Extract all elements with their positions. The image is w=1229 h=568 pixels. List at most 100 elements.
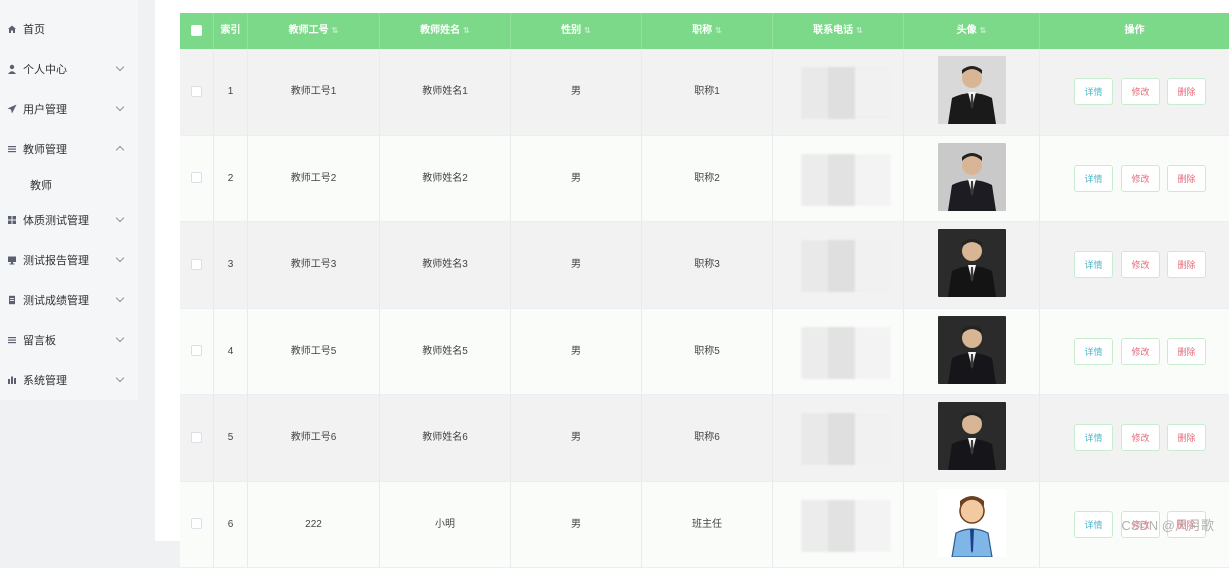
cell-gender: 男: [511, 49, 642, 135]
row-checkbox[interactable]: [191, 518, 202, 529]
avatar[interactable]: [938, 229, 1006, 297]
avatar[interactable]: [938, 402, 1006, 470]
table-header: 索引 教师工号⇅ 教师姓名⇅ 性别⇅ 职称⇅ 联系电话⇅ 头像⇅ 操作: [180, 13, 1229, 49]
cell-name: 教师姓名5: [380, 309, 511, 395]
avatar[interactable]: [938, 56, 1006, 124]
cell-name: 小明: [380, 482, 511, 568]
edit-button[interactable]: 修改: [1121, 424, 1160, 451]
chevron-down-icon: [116, 63, 124, 71]
sort-icon[interactable]: ⇅: [856, 26, 863, 35]
row-checkbox[interactable]: [191, 86, 202, 97]
grid-icon: [7, 215, 17, 225]
sidebar-item-users[interactable]: 用户管理: [0, 89, 138, 129]
delete-button[interactable]: 删除: [1167, 251, 1206, 278]
sidebar-subitem-teacher[interactable]: 教师: [0, 169, 138, 201]
user-icon: [7, 64, 17, 74]
delete-button[interactable]: 删除: [1167, 78, 1206, 105]
detail-button[interactable]: 详情: [1074, 78, 1113, 105]
chevron-down-icon: [116, 254, 124, 262]
cell-id: 教师工号1: [248, 49, 380, 135]
cell-title: 职称1: [642, 49, 773, 135]
sort-icon[interactable]: ⇅: [980, 26, 987, 35]
sidebar-item-home[interactable]: 首页: [0, 9, 138, 49]
cell-phone: [773, 482, 904, 568]
column-header-teacher-id[interactable]: 教师工号⇅: [248, 13, 380, 49]
cell-actions: 详情修改删除: [1040, 222, 1229, 308]
cell-index: 2: [214, 136, 248, 222]
sidebar-item-label: 用户管理: [23, 101, 67, 117]
sort-icon[interactable]: ⇅: [332, 26, 339, 35]
sidebar-item-profile[interactable]: 个人中心: [0, 49, 138, 89]
teacher-table: 索引 教师工号⇅ 教师姓名⇅ 性别⇅ 职称⇅ 联系电话⇅ 头像⇅ 操作 1教师工…: [180, 13, 1229, 568]
sidebar-item-fitness-test[interactable]: 体质测试管理: [0, 200, 138, 240]
sidebar-item-label: 测试成绩管理: [23, 292, 89, 308]
row-select-cell: [180, 395, 214, 481]
column-header-gender[interactable]: 性别⇅: [511, 13, 642, 49]
edit-button[interactable]: 修改: [1121, 251, 1160, 278]
row-checkbox[interactable]: [191, 345, 202, 356]
delete-button[interactable]: 删除: [1167, 165, 1206, 192]
select-all-checkbox[interactable]: [191, 25, 202, 36]
column-header-phone[interactable]: 联系电话⇅: [773, 13, 904, 49]
avatar[interactable]: [938, 489, 1006, 557]
sidebar-item-label: 系统管理: [23, 372, 67, 388]
cell-actions: 详情修改删除: [1040, 309, 1229, 395]
chevron-down-icon: [116, 214, 124, 222]
detail-button[interactable]: 详情: [1074, 511, 1113, 538]
chevron-up-icon: [116, 146, 124, 154]
edit-button[interactable]: 修改: [1121, 78, 1160, 105]
column-header-actions: 操作: [1040, 13, 1229, 49]
cell-index: 3: [214, 222, 248, 308]
sidebar: 首页 个人中心 用户管理 教师管理 教师 体质测试管理 测试报告管理: [0, 0, 138, 400]
main-content: 索引 教师工号⇅ 教师姓名⇅ 性别⇅ 职称⇅ 联系电话⇅ 头像⇅ 操作 1教师工…: [155, 0, 1229, 541]
chevron-down-icon: [116, 103, 124, 111]
cell-actions: 详情修改删除: [1040, 395, 1229, 481]
detail-button[interactable]: 详情: [1074, 165, 1113, 192]
table-row: 1教师工号1教师姓名1男职称1详情修改删除: [180, 49, 1229, 136]
cell-avatar: [904, 482, 1040, 568]
cell-phone: [773, 222, 904, 308]
sidebar-item-message-board[interactable]: 留言板: [0, 320, 138, 360]
column-header-title[interactable]: 职称⇅: [642, 13, 773, 49]
column-header-avatar[interactable]: 头像⇅: [904, 13, 1040, 49]
cell-actions: 详情修改删除: [1040, 136, 1229, 222]
chevron-down-icon: [116, 294, 124, 302]
sidebar-item-test-scores[interactable]: 测试成绩管理: [0, 280, 138, 320]
cell-title: 职称2: [642, 136, 773, 222]
row-checkbox[interactable]: [191, 432, 202, 443]
list-icon: [7, 144, 17, 154]
table-row: 3教师工号3教师姓名3男职称3详情修改删除: [180, 222, 1229, 309]
edit-button[interactable]: 修改: [1121, 165, 1160, 192]
cell-gender: 男: [511, 136, 642, 222]
delete-button[interactable]: 删除: [1167, 424, 1206, 451]
table-body: 1教师工号1教师姓名1男职称1详情修改删除2教师工号2教师姓名2男职称2详情修改…: [180, 49, 1229, 568]
sidebar-item-system[interactable]: 系统管理: [0, 360, 138, 400]
row-select-cell: [180, 482, 214, 568]
chevron-down-icon: [116, 334, 124, 342]
cell-id: 教师工号3: [248, 222, 380, 308]
avatar[interactable]: [938, 143, 1006, 211]
sidebar-item-teachers[interactable]: 教师管理: [0, 129, 138, 169]
cell-gender: 男: [511, 222, 642, 308]
delete-button[interactable]: 删除: [1167, 338, 1206, 365]
edit-button[interactable]: 修改: [1121, 338, 1160, 365]
cell-id: 教师工号6: [248, 395, 380, 481]
cell-gender: 男: [511, 395, 642, 481]
cell-avatar: [904, 49, 1040, 135]
detail-button[interactable]: 详情: [1074, 338, 1113, 365]
column-header-teacher-name[interactable]: 教师姓名⇅: [380, 13, 511, 49]
avatar[interactable]: [938, 316, 1006, 384]
cell-index: 5: [214, 395, 248, 481]
cell-index: 4: [214, 309, 248, 395]
row-checkbox[interactable]: [191, 172, 202, 183]
row-checkbox[interactable]: [191, 259, 202, 270]
detail-button[interactable]: 详情: [1074, 251, 1113, 278]
cell-id: 222: [248, 482, 380, 568]
sort-icon[interactable]: ⇅: [715, 26, 722, 35]
sort-icon[interactable]: ⇅: [584, 26, 591, 35]
sort-icon[interactable]: ⇅: [463, 26, 470, 35]
cell-title: 班主任: [642, 482, 773, 568]
sidebar-item-test-report[interactable]: 测试报告管理: [0, 240, 138, 280]
detail-button[interactable]: 详情: [1074, 424, 1113, 451]
cell-phone: [773, 136, 904, 222]
